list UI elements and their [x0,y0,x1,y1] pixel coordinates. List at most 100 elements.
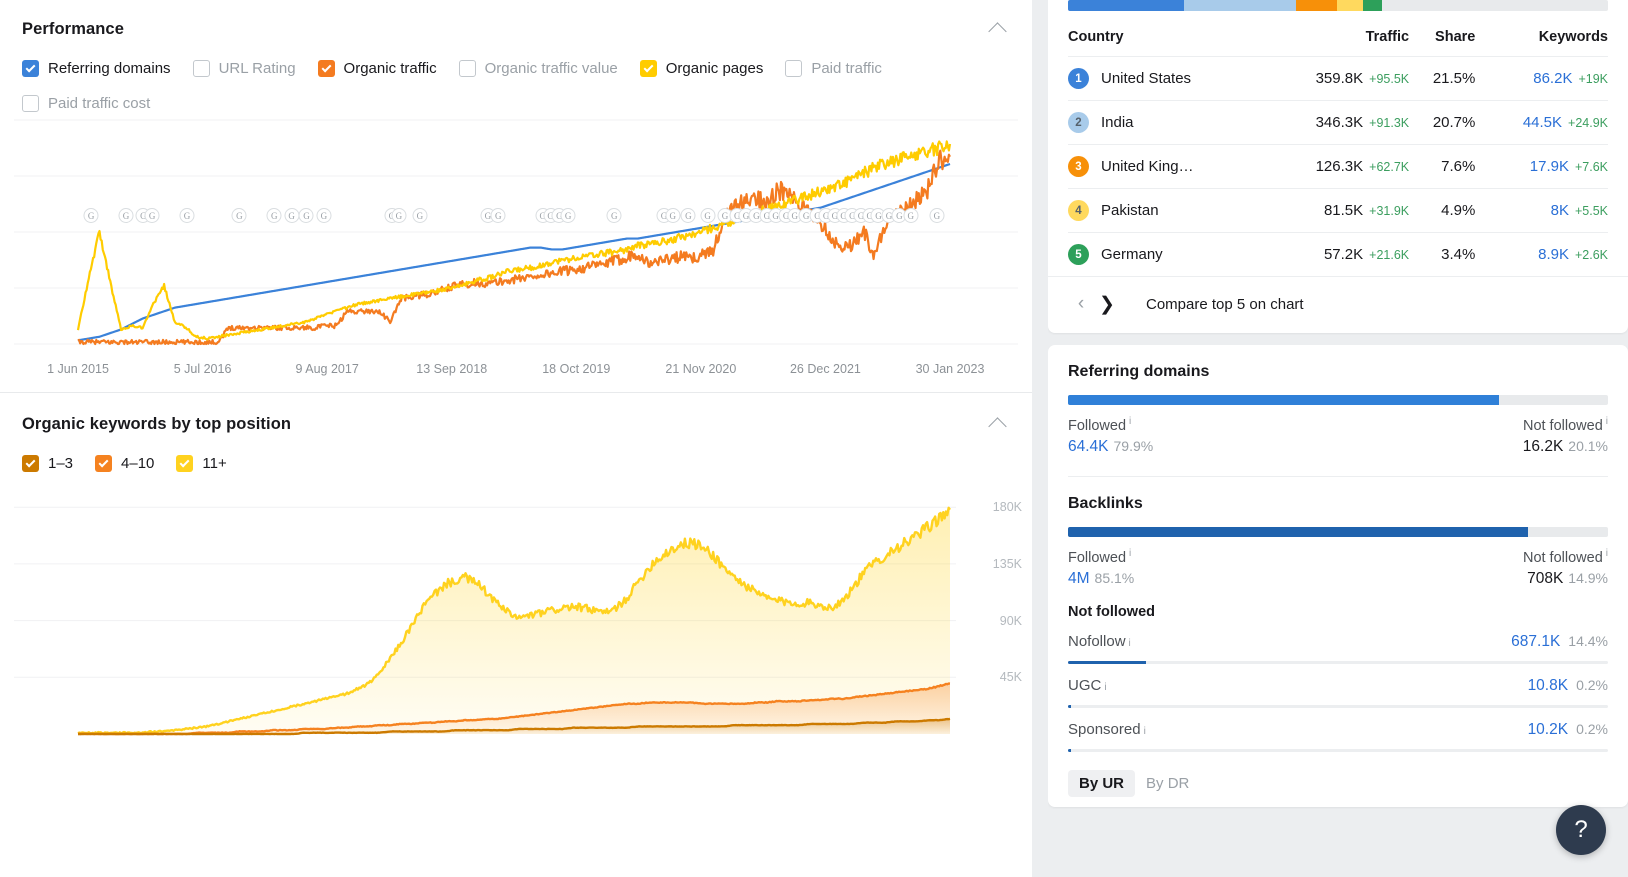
x-axis-tick: 18 Oct 2019 [542,362,611,376]
share-segment-4 [1363,0,1382,11]
keywords-value[interactable]: 17.9K [1530,158,1569,175]
google-update-marker[interactable]: G [929,208,945,223]
checkbox-icon[interactable] [192,60,210,77]
checkbox-icon[interactable] [639,60,657,77]
performance-legend-item-6[interactable]: Paid traffic cost [22,95,150,112]
info-icon[interactable]: i [1104,682,1106,693]
performance-legend-item-4[interactable]: Organic pages [639,60,763,77]
checkbox-icon[interactable] [22,60,39,77]
country-name[interactable]: United States [1101,70,1191,87]
bl-followed-label: Followed [1068,549,1127,566]
checkbox-icon[interactable] [22,95,39,112]
legend-label: 11+ [202,455,227,472]
tab-by-dr[interactable]: By DR [1135,770,1200,797]
keywords-legend-item-0[interactable]: 1–3 [22,455,73,472]
table-header-row: Country Traffic Share Keywords [1068,29,1608,57]
info-icon[interactable]: i [1129,638,1131,649]
performance-legend-item-3[interactable]: Organic traffic value [458,60,618,77]
breakdown-value[interactable]: 687.1K [1511,633,1560,650]
rank-badge: 2 [1068,112,1089,133]
tab-by-ur[interactable]: By UR [1068,769,1136,797]
country-name[interactable]: Germany [1101,246,1163,263]
google-update-marker[interactable]: G [83,208,99,223]
traffic-value: 81.5K [1323,202,1364,219]
country-name[interactable]: United King… [1101,158,1194,175]
keywords-value[interactable]: 86.2K [1533,70,1572,87]
table-row[interactable]: 3 United King… 126.3K +62.7K 7.6% 17.9K +7.6K [1068,144,1608,189]
chevron-up-icon [987,417,1007,436]
performance-chart[interactable]: GGGGGGGGGGGGGGGGGGGGGGGGGGGGGGGGGGGGGGGG… [0,112,1032,362]
backlinks-values: Followed i 4M 85.1% Not followed i 708K 14.9… [1068,548,1608,588]
google-update-marker[interactable]: G [144,208,160,223]
check-icon [98,457,109,468]
breakdown-value[interactable]: 10.2K [1528,721,1569,738]
keywords-value[interactable]: 8.9K [1538,246,1569,263]
chevron-right-icon[interactable]: ❯ [1094,291,1120,317]
google-update-marker[interactable]: G [700,208,716,223]
question-mark-icon: ? [1574,816,1588,843]
table-row[interactable]: 5 Germany 57.2K +21.6K 3.4% 8.9K +2.6K [1068,232,1608,276]
keywords-chart[interactable]: 180K 135K 90K 45K GGGGGGGGGGGGGGGGGGGGGGGGG… [0,208,1032,742]
performance-legend-item-5[interactable]: Paid traffic [785,60,882,77]
rank-badge: 1 [1068,68,1089,89]
info-icon[interactable]: i [1129,548,1131,559]
rd-followed-label: Followed [1068,417,1127,434]
info-icon[interactable]: i [1606,548,1608,559]
not-followed-breakdown-list: Nofollow i 687.1K 14.4% UGC i 10.8K 0.2% Sponsor… [1068,620,1608,752]
y-axis-tick: 90K [999,613,1022,628]
bl-followed-value[interactable]: 4M [1068,570,1090,587]
google-update-marker[interactable]: G [412,208,428,223]
checkbox-icon[interactable] [176,455,194,472]
google-update-marker[interactable]: G [284,208,300,223]
compare-top5-label[interactable]: Compare top 5 on chart [1146,296,1304,313]
keywords-legend-item-2[interactable]: 11+ [176,455,227,472]
performance-chart-svg [14,119,1018,346]
google-update-marker[interactable]: G [231,208,247,223]
google-update-marker[interactable]: G [118,208,134,223]
country-name[interactable]: Pakistan [1101,202,1159,219]
checkbox-icon[interactable] [95,455,113,472]
google-update-marker[interactable]: G [560,208,576,223]
google-update-marker[interactable]: G [490,208,506,223]
google-update-marker[interactable]: G [316,208,332,223]
keywords-legend-item-1[interactable]: 4–10 [95,455,154,472]
performance-legend-item-0[interactable]: Referring domains [22,60,171,77]
google-update-marker[interactable]: G [391,208,407,223]
google-update-marker[interactable]: G [179,208,195,223]
legend-label: Referring domains [48,60,171,77]
checkbox-icon[interactable] [22,455,39,472]
google-update-marker[interactable]: G [266,208,282,223]
keywords-value[interactable]: 44.5K [1523,114,1562,131]
referring-domains-progress-fill [1068,395,1500,405]
info-icon[interactable]: i [1144,726,1146,737]
performance-legend-item-1[interactable]: URL Rating [192,60,296,77]
series-line-organic-pages [76,140,952,341]
rd-followed-pct: 79.9% [1113,437,1154,454]
x-axis-tick: 9 Aug 2017 [295,362,359,376]
keywords-value[interactable]: 8K [1551,202,1569,219]
google-update-marker[interactable]: G [665,208,681,223]
rd-followed-value[interactable]: 64.4K [1068,438,1109,455]
series-line-referring-domains [77,162,951,342]
table-row[interactable]: 4 Pakistan 81.5K +31.9K 4.9% 8K +5.5K [1068,188,1608,233]
info-icon[interactable]: i [1606,416,1608,427]
performance-legend-item-2[interactable]: Organic traffic [317,60,437,77]
table-row[interactable]: 1 United States 359.8K +95.5K 21.5% 86.2K +19K [1068,56,1608,101]
checkbox-icon[interactable] [458,60,476,77]
country-name[interactable]: India [1101,114,1134,131]
google-update-marker[interactable]: G [903,208,919,223]
help-button[interactable]: ? [1556,805,1606,855]
breakdown-value[interactable]: 10.8K [1528,677,1569,694]
bl-followed-pct: 85.1% [1094,569,1135,586]
keywords-collapse-button[interactable] [984,411,1010,437]
table-row[interactable]: 2 India 346.3K +91.3K 20.7% 44.5K +24.9K [1068,100,1608,145]
checkbox-icon[interactable] [317,60,335,77]
performance-collapse-button[interactable] [984,16,1010,42]
cell-country: 4 Pakistan [1068,188,1264,233]
checkbox-icon[interactable] [785,60,803,77]
info-icon[interactable]: i [1129,416,1131,427]
google-update-marker[interactable]: G [606,208,622,223]
google-update-marker[interactable]: G [298,208,314,223]
chevron-left-icon[interactable]: ‹ [1068,291,1094,317]
google-update-marker[interactable]: G [680,208,696,223]
